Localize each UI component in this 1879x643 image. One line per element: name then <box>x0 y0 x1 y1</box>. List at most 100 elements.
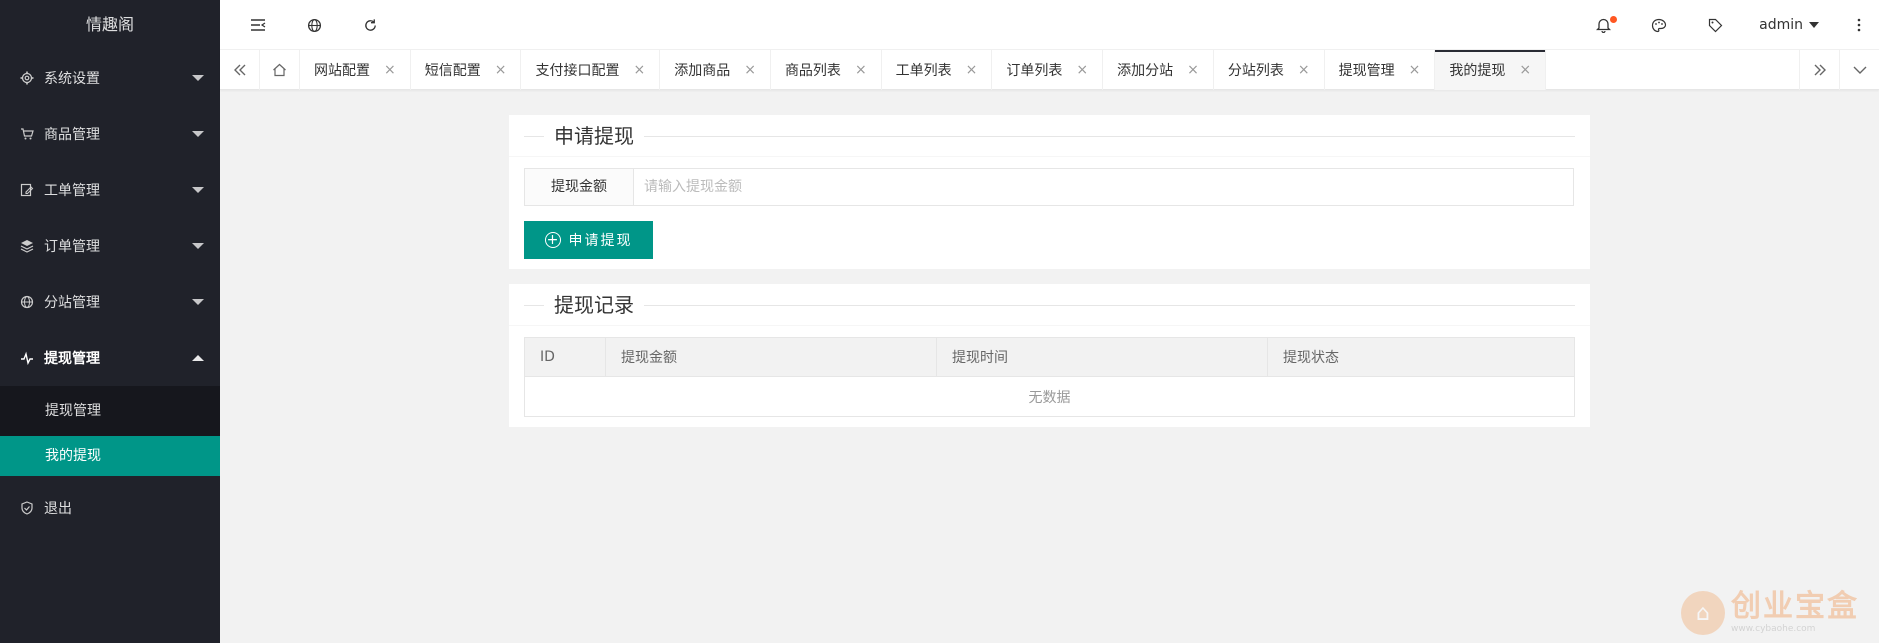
tab-bar: 网站配置 × 短信配置 × 支付接口配置 × 添加商品 × 商品列表 × 工单列表 × 订单… <box>220 50 1879 90</box>
apply-withdrawal-card: 申请提现 提现金额 + 申请提现 <box>509 115 1590 269</box>
caret-up-icon <box>192 355 204 361</box>
tab-ticket-list[interactable]: 工单列表 × <box>882 50 993 90</box>
sidebar-subnav-withdrawal: 提现管理 我的提现 <box>0 386 220 476</box>
divider <box>524 305 544 306</box>
records-card-title: 提现记录 <box>554 293 634 317</box>
theme-palette-icon[interactable] <box>1631 0 1687 50</box>
tab-add-product[interactable]: 添加商品 × <box>660 50 771 90</box>
notification-dot <box>1610 16 1618 23</box>
sidebar-item-label: 商品管理 <box>44 127 100 143</box>
tab-substation-list[interactable]: 分站列表 × <box>1214 50 1325 90</box>
close-icon[interactable]: × <box>966 62 978 78</box>
header-right-tools: admin <box>1575 0 1879 50</box>
close-icon[interactable]: × <box>495 62 507 78</box>
more-vertical-icon[interactable] <box>1839 0 1879 50</box>
column-header-amount[interactable]: 提现金额 <box>605 337 937 377</box>
table-row: 无数据 <box>524 376 1575 417</box>
close-icon[interactable]: × <box>1519 62 1531 78</box>
shield-check-icon <box>20 501 34 515</box>
divider <box>644 136 1575 137</box>
tab-list: 网站配置 × 短信配置 × 支付接口配置 × 添加商品 × 商品列表 × 工单列表 × 订单… <box>300 50 1547 90</box>
table-header-row: ID 提现金额 提现时间 提现状态 <box>524 337 1575 377</box>
watermark-logo: ⌂ 创业宝盒 www.cybaohe.com <box>1681 591 1859 635</box>
apply-withdrawal-button[interactable]: + 申请提现 <box>524 221 653 259</box>
brand-logo: 情趣阁 <box>0 0 220 50</box>
watermark-url: www.cybaohe.com <box>1731 624 1816 634</box>
plus-circle-icon: + <box>544 232 561 248</box>
close-icon[interactable]: × <box>633 62 645 78</box>
tab-sms-config[interactable]: 短信配置 × <box>411 50 522 90</box>
sidebar-item-logout[interactable]: 退出 <box>0 480 220 536</box>
house-icon: ⌂ <box>1681 591 1725 635</box>
column-header-status[interactable]: 提现状态 <box>1267 337 1575 377</box>
caret-down-icon <box>1809 22 1819 28</box>
caret-down-icon <box>192 243 204 249</box>
sidebar-item-withdrawal[interactable]: 提现管理 <box>0 330 220 386</box>
sidebar-item-products[interactable]: 商品管理 <box>0 106 220 162</box>
close-icon[interactable]: × <box>744 62 756 78</box>
close-icon[interactable]: × <box>1076 62 1088 78</box>
menu-toggle-icon[interactable] <box>230 0 286 50</box>
globe-icon <box>20 295 34 309</box>
user-name: admin <box>1759 17 1803 33</box>
caret-down-icon <box>192 131 204 137</box>
close-icon[interactable]: × <box>1409 62 1421 78</box>
tab-my-withdrawal[interactable]: 我的提现 × <box>1435 50 1547 90</box>
tab-dropdown-icon[interactable] <box>1839 50 1879 90</box>
apply-card-header: 申请提现 <box>509 115 1590 157</box>
website-globe-icon[interactable] <box>286 0 342 50</box>
close-icon[interactable]: × <box>855 62 867 78</box>
amount-form-row: 提现金额 <box>524 168 1574 206</box>
sidebar-item-substations[interactable]: 分站管理 <box>0 274 220 330</box>
gear-icon <box>20 71 34 85</box>
records-table: ID 提现金额 提现时间 提现状态 无数据 <box>524 337 1575 417</box>
tab-payment-config[interactable]: 支付接口配置 × <box>521 50 661 90</box>
divider <box>644 305 1575 306</box>
user-menu[interactable]: admin <box>1743 0 1839 50</box>
tab-scroll-right-icon[interactable] <box>1799 50 1839 90</box>
caret-down-icon <box>192 75 204 81</box>
column-header-id[interactable]: ID <box>524 337 606 377</box>
empty-state-text: 无数据 <box>524 376 1575 417</box>
apply-card-title: 申请提现 <box>554 124 634 148</box>
layers-icon <box>20 239 34 253</box>
notification-bell-icon[interactable] <box>1575 0 1631 50</box>
edit-icon <box>20 183 34 197</box>
sidebar-item-label: 退出 <box>44 501 72 517</box>
tab-website-config[interactable]: 网站配置 × <box>300 50 411 90</box>
sidebar-item-orders[interactable]: 订单管理 <box>0 218 220 274</box>
tab-product-list[interactable]: 商品列表 × <box>771 50 882 90</box>
close-icon[interactable]: × <box>1187 62 1199 78</box>
tab-withdrawal-manage[interactable]: 提现管理 × <box>1325 50 1436 90</box>
tab-scroll-left-icon[interactable] <box>220 50 260 90</box>
sidebar-item-label: 系统设置 <box>44 71 100 87</box>
sidebar-item-label: 分站管理 <box>44 295 100 311</box>
divider <box>524 136 544 137</box>
tag-icon[interactable] <box>1687 0 1743 50</box>
sidebar-item-label: 提现管理 <box>44 351 100 367</box>
tab-order-list[interactable]: 订单列表 × <box>992 50 1104 90</box>
refresh-icon[interactable] <box>342 0 398 50</box>
close-icon[interactable]: × <box>384 62 396 78</box>
caret-down-icon <box>192 187 204 193</box>
sidebar-subitem-withdrawal-manage[interactable]: 提现管理 <box>0 386 220 436</box>
cart-icon <box>20 127 34 141</box>
top-header: admin <box>220 0 1879 50</box>
amount-label: 提现金额 <box>525 169 634 205</box>
pulse-icon <box>20 351 34 365</box>
sidebar-item-system-settings[interactable]: 系统设置 <box>0 50 220 106</box>
amount-input[interactable] <box>634 169 1573 205</box>
watermark-brand: 创业宝盒 <box>1731 589 1859 624</box>
sidebar-subitem-my-withdrawal[interactable]: 我的提现 <box>0 436 220 476</box>
close-icon[interactable]: × <box>1298 62 1310 78</box>
sidebar: 情趣阁 系统设置 商品管理 工单管理 订单管理 分站管理 提现管理 提现管理 我… <box>0 0 220 643</box>
sidebar-item-label: 工单管理 <box>44 183 100 199</box>
withdrawal-records-card: 提现记录 ID 提现金额 提现时间 提现状态 无数据 <box>509 284 1590 427</box>
tab-add-substation[interactable]: 添加分站 × <box>1103 50 1214 90</box>
sidebar-item-label: 订单管理 <box>44 239 100 255</box>
sidebar-item-tickets[interactable]: 工单管理 <box>0 162 220 218</box>
column-header-time[interactable]: 提现时间 <box>936 337 1268 377</box>
home-icon[interactable] <box>260 50 300 90</box>
caret-down-icon <box>192 299 204 305</box>
records-card-header: 提现记录 <box>509 284 1590 326</box>
